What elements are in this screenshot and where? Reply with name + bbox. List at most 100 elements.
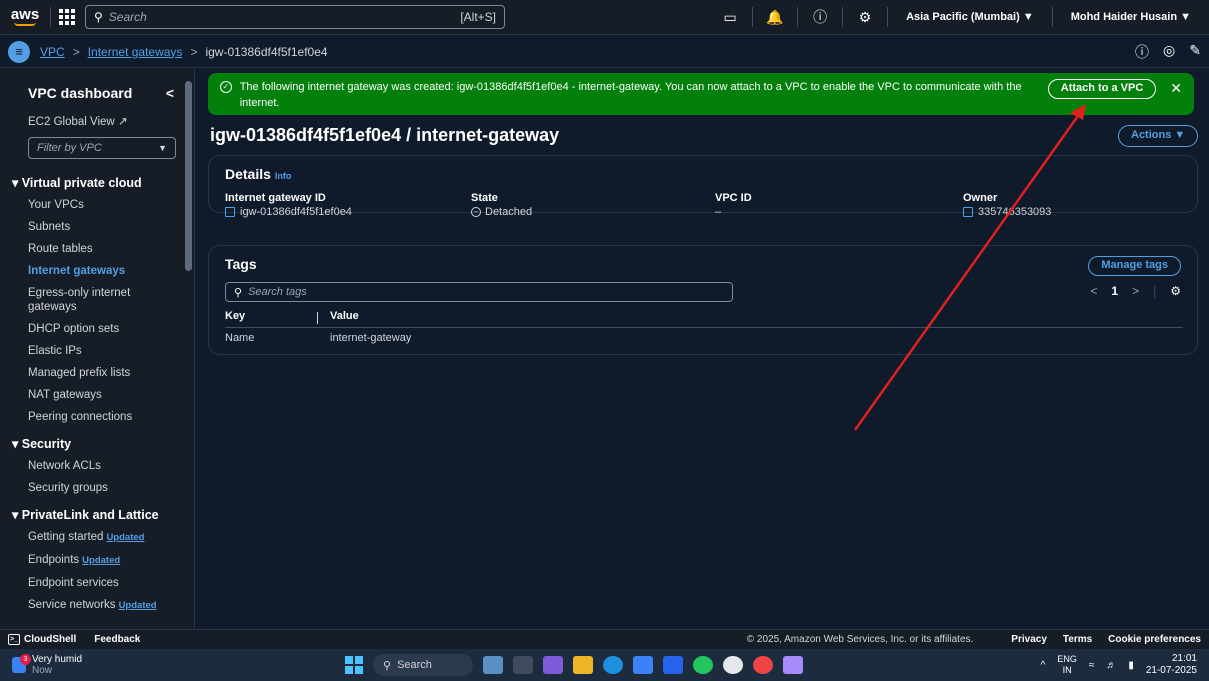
feedback-button[interactable]: Feedback xyxy=(94,634,140,645)
sidebar-item-route-tables[interactable]: Route tables xyxy=(0,238,194,260)
terms-link[interactable]: Terms xyxy=(1063,634,1092,645)
sidebar: VPC dashboard < EC2 Global View ↗ Filter… xyxy=(0,69,195,629)
weather-text: Very humid xyxy=(32,654,83,665)
field-igw-id: Internet gateway ID igw-01386df4f5f1ef0e… xyxy=(225,192,352,218)
taskbar-search[interactable]: ⚲ Search xyxy=(373,654,473,676)
sidebar-item-nat-gateways[interactable]: NAT gateways xyxy=(0,384,194,406)
battery-icon[interactable]: ▮ xyxy=(1128,660,1134,671)
sidebar-item-prefix-lists[interactable]: Managed prefix lists xyxy=(0,362,194,384)
weather-widget[interactable]: 3 Very humid Now xyxy=(12,654,82,676)
column-value[interactable]: Value xyxy=(330,310,359,322)
details-title: Details Info xyxy=(225,166,292,182)
search-tags-input[interactable]: ⚲ Search tags xyxy=(225,282,733,302)
privacy-link[interactable]: Privacy xyxy=(1011,634,1047,645)
store-icon[interactable] xyxy=(633,656,653,674)
sidebar-item-security-groups[interactable]: Security groups xyxy=(0,477,194,499)
feedback-icon[interactable]: ✎ xyxy=(1189,42,1201,62)
sidebar-item-subnets[interactable]: Subnets xyxy=(0,216,194,238)
breadcrumb-internet-gateways[interactable]: Internet gateways xyxy=(88,45,183,59)
field-label: State xyxy=(471,192,498,204)
chatgpt-icon[interactable] xyxy=(723,656,743,674)
edge-browser-icon[interactable] xyxy=(603,656,623,674)
filter-by-vpc-select[interactable]: Filter by VPC ▼ xyxy=(28,137,176,159)
sidebar-item-getting-started[interactable]: Getting started Updated xyxy=(0,526,194,549)
page-number[interactable]: 1 xyxy=(1111,284,1118,298)
help-icon[interactable]: ⓘ xyxy=(806,7,834,27)
clock[interactable]: 21:01 21-07-2025 xyxy=(1146,653,1197,677)
vpc-id-value: – xyxy=(715,206,722,218)
app-copilot-icon[interactable] xyxy=(543,656,563,674)
breadcrumb-vpc[interactable]: VPC xyxy=(40,45,65,59)
file-explorer-icon[interactable] xyxy=(573,656,593,674)
account-menu[interactable]: Mohd Haider Husain ▼ xyxy=(1061,11,1201,23)
info-icon[interactable]: ⓘ xyxy=(1135,42,1149,62)
attach-to-vpc-button[interactable]: Attach to a VPC xyxy=(1047,79,1157,99)
sidebar-item-endpoints[interactable]: Endpoints Updated xyxy=(0,549,194,572)
sidebar-title[interactable]: VPC dashboard xyxy=(28,85,132,101)
cloudshell-button[interactable]: >_ CloudShell xyxy=(8,634,76,645)
tags-title: Tags xyxy=(225,256,257,272)
aws-logo[interactable]: aws xyxy=(8,7,42,26)
sidebar-section-privatelink[interactable]: ▾ PrivateLink and Lattice xyxy=(0,499,194,526)
bell-icon[interactable]: 🔔 xyxy=(761,9,789,26)
info-link[interactable]: Info xyxy=(275,171,292,181)
sidebar-item-endpoint-services[interactable]: Endpoint services xyxy=(0,572,194,594)
app-l-icon[interactable] xyxy=(663,656,683,674)
minus-circle-icon: – xyxy=(471,207,481,217)
sidebar-scrollbar[interactable] xyxy=(185,69,192,629)
sidebar-item-network-acls[interactable]: Network ACLs xyxy=(0,455,194,477)
menu-icon[interactable]: ≡ xyxy=(8,40,30,63)
sidebar-item-peering[interactable]: Peering connections xyxy=(0,406,194,428)
state-value: Detached xyxy=(485,206,533,218)
region-selector[interactable]: Asia Pacific (Mumbai) ▼ xyxy=(896,11,1044,23)
app-widgets-icon[interactable] xyxy=(483,656,503,674)
filter-placeholder: Filter by VPC xyxy=(37,142,102,154)
close-icon[interactable]: ✕ xyxy=(1170,79,1182,97)
sidebar-item-service-networks[interactable]: Service networks Updated xyxy=(0,594,194,617)
gear-icon[interactable]: ⚙ xyxy=(1170,284,1181,298)
wifi-icon[interactable]: ≈ xyxy=(1089,660,1095,671)
actions-button[interactable]: Actions ▼ xyxy=(1118,125,1199,147)
gear-icon[interactable]: ⚙ xyxy=(851,9,879,26)
services-grid-icon[interactable] xyxy=(59,9,75,25)
chevron-right-icon: > xyxy=(190,44,198,59)
global-search-input[interactable]: ⚲ Search [Alt+S] xyxy=(85,5,505,29)
search-icon: ⚲ xyxy=(234,286,243,299)
chrome-icon[interactable] xyxy=(753,656,773,674)
volume-icon[interactable]: ♬ xyxy=(1106,660,1116,671)
copy-icon[interactable] xyxy=(963,207,973,217)
chevron-up-icon[interactable]: ^ xyxy=(1041,660,1046,671)
sidebar-section-vpc[interactable]: ▾ Virtual private cloud xyxy=(0,167,194,194)
cloudshell-icon: >_ xyxy=(8,634,20,645)
page-title: igw-01386df4f5f1ef0e4 / internet-gateway xyxy=(210,125,560,145)
prev-page-icon[interactable]: < xyxy=(1090,284,1097,298)
cell-key: Name xyxy=(225,332,255,344)
sidebar-section-security[interactable]: ▾ Security xyxy=(0,428,194,455)
next-page-icon[interactable]: > xyxy=(1132,284,1139,298)
field-label: VPC ID xyxy=(715,192,752,204)
column-key[interactable]: Key xyxy=(225,310,245,322)
language-indicator[interactable]: ENG IN xyxy=(1057,654,1077,676)
success-flash: ✓ The following internet gateway was cre… xyxy=(208,73,1194,115)
sidebar-item-dhcp[interactable]: DHCP option sets xyxy=(0,318,194,340)
copy-icon[interactable] xyxy=(225,207,235,217)
sidebar-item-ec2-global-view[interactable]: EC2 Global View ↗ xyxy=(0,111,194,133)
field-owner: Owner 335746353093 xyxy=(963,192,1051,218)
windows-start-icon[interactable] xyxy=(345,656,363,674)
top-navigation: aws ⚲ Search [Alt+S] ▭ 🔔 ⓘ ⚙ Asia Pacifi… xyxy=(0,0,1209,35)
cloudshell-icon[interactable]: ▭ xyxy=(716,9,744,26)
cookie-preferences-link[interactable]: Cookie preferences xyxy=(1108,634,1201,645)
app-task-view-icon[interactable] xyxy=(513,656,533,674)
sidebar-item-your-vpcs[interactable]: Your VPCs xyxy=(0,194,194,216)
sidebar-item-internet-gateways[interactable]: Internet gateways xyxy=(0,260,194,282)
sidebar-item-elastic-ips[interactable]: Elastic IPs xyxy=(0,340,194,362)
manage-tags-button[interactable]: Manage tags xyxy=(1088,256,1181,276)
sidebar-item-egress-only[interactable]: Egress-only internet gateways xyxy=(0,282,194,318)
collapse-icon[interactable]: < xyxy=(166,85,174,101)
owner-value: 335746353093 xyxy=(978,206,1052,218)
whatsapp-icon[interactable] xyxy=(693,656,713,674)
snipping-tool-icon[interactable] xyxy=(783,656,803,674)
flash-message: The following internet gateway was creat… xyxy=(239,81,1022,109)
location-icon[interactable]: ◎ xyxy=(1163,42,1175,62)
search-tags-placeholder: Search tags xyxy=(248,286,307,298)
